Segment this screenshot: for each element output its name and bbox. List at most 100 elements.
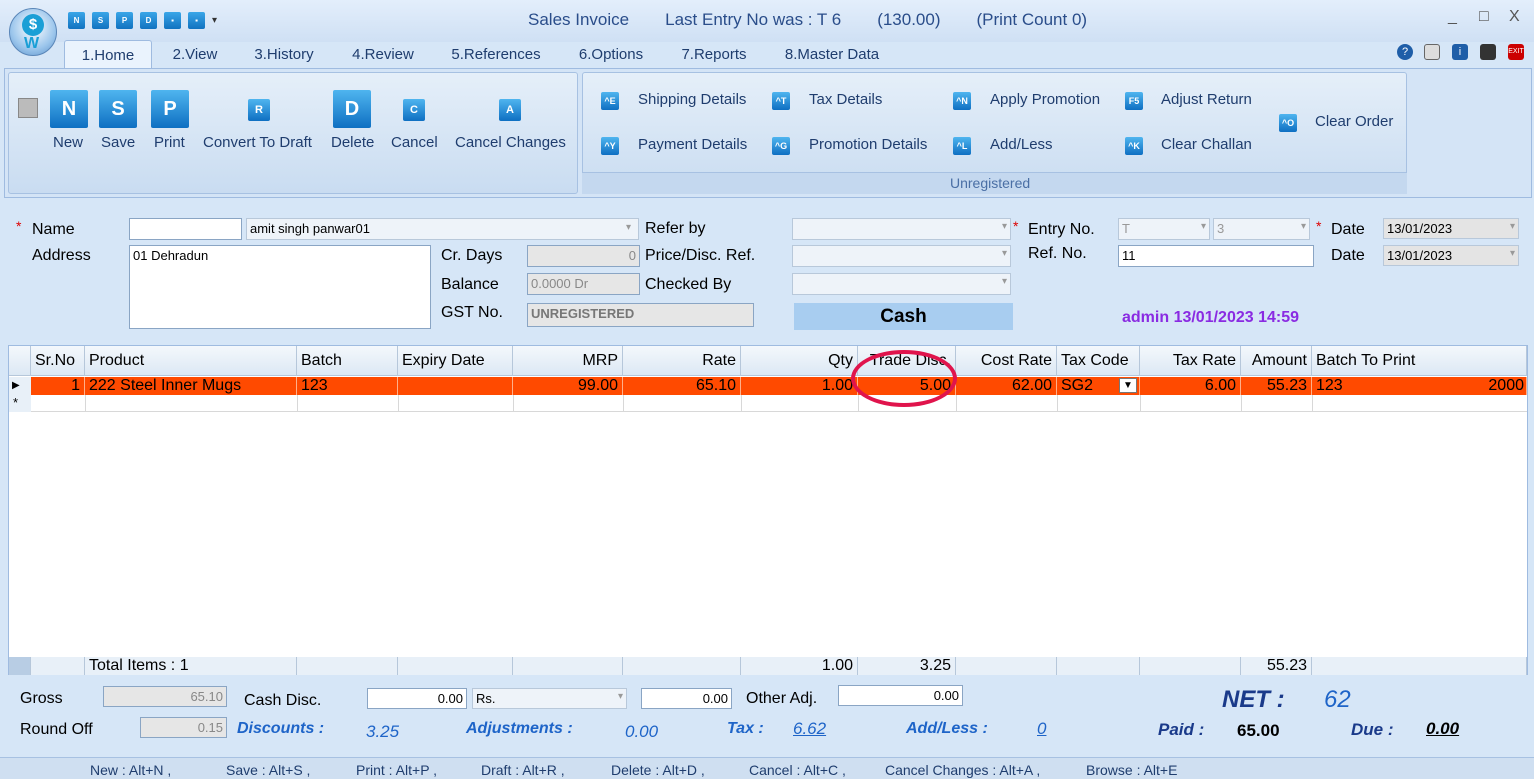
apply-promotion-icon[interactable]: ^N — [953, 92, 971, 110]
entry-series-select[interactable]: T — [1118, 218, 1210, 240]
tax-details-button[interactable]: Tax Details — [809, 91, 882, 108]
column-header[interactable]: Qty — [741, 346, 858, 376]
row-selector-icon[interactable]: ▶ — [9, 377, 31, 395]
quick-misc2-icon[interactable]: ▪ — [188, 12, 205, 29]
quick-print-icon[interactable]: P — [116, 12, 133, 29]
tab-view[interactable]: 2.View — [160, 40, 230, 68]
cell-rate[interactable]: 65.10 — [623, 377, 741, 395]
quick-save-icon[interactable]: S — [92, 12, 109, 29]
screen-icon[interactable] — [1480, 44, 1496, 60]
table-row[interactable]: ▶ 1 222 Steel Inner Mugs 123 99.00 65.10… — [9, 377, 1527, 395]
minimize-button[interactable]: _ — [1448, 8, 1457, 26]
quick-access-dropdown-icon[interactable]: ▾ — [212, 12, 217, 29]
shipping-details-icon[interactable]: ^E — [601, 92, 619, 110]
column-header[interactable]: Rate — [623, 346, 741, 376]
address-textarea[interactable]: 01 Dehradun — [129, 245, 431, 329]
due-value-link[interactable]: 0.00 — [1426, 719, 1459, 739]
column-header[interactable]: Tax Code — [1057, 346, 1140, 376]
other-adj-input[interactable]: 0.00 — [838, 685, 963, 706]
column-header[interactable]: Expiry Date — [398, 346, 513, 376]
clear-challan-icon[interactable]: ^K — [1125, 137, 1143, 155]
apply-promotion-button[interactable]: Apply Promotion — [990, 91, 1100, 108]
quick-delete-icon[interactable]: D — [140, 12, 157, 29]
cell-qty[interactable]: 1.00 — [741, 377, 858, 395]
tab-master-data[interactable]: 8.Master Data — [774, 40, 890, 68]
add-less-icon[interactable]: ^L — [953, 137, 971, 155]
convert-to-draft-icon[interactable]: R — [248, 99, 270, 121]
new-icon[interactable]: N — [50, 90, 88, 128]
cell-product[interactable]: 222 Steel Inner Mugs — [85, 377, 297, 395]
payment-details-button[interactable]: Payment Details — [638, 136, 747, 153]
exit-icon[interactable]: EXIT — [1508, 44, 1524, 60]
tab-history[interactable]: 3.History — [244, 40, 324, 68]
print-icon[interactable]: P — [151, 90, 189, 128]
tab-review[interactable]: 4.Review — [342, 40, 424, 68]
cell-cost-rate[interactable]: 62.00 — [956, 377, 1057, 395]
cell-tax-code[interactable]: SG2 ▼ — [1057, 377, 1140, 395]
clear-challan-button[interactable]: Clear Challan — [1161, 136, 1252, 153]
refer-by-select[interactable] — [792, 218, 1011, 240]
checked-by-select[interactable] — [792, 273, 1011, 295]
balance-input[interactable]: 0.0000 Dr — [527, 273, 640, 295]
maximize-button[interactable]: □ — [1479, 8, 1489, 26]
cancel-icon[interactable]: C — [403, 99, 425, 121]
convert-to-draft-button[interactable]: Convert To Draft — [203, 134, 312, 151]
price-disc-ref-select[interactable] — [792, 245, 1011, 267]
entry-number-select[interactable]: 3 — [1213, 218, 1310, 240]
cancel-changes-button[interactable]: Cancel Changes — [455, 134, 566, 151]
save-icon[interactable]: S — [99, 90, 137, 128]
ref-no-input[interactable]: 11 — [1118, 245, 1314, 267]
cell-sr-no[interactable]: 1 — [31, 377, 85, 395]
cash-disc-input[interactable]: 0.00 — [367, 688, 467, 709]
cell-batch[interactable]: 123 — [297, 377, 398, 395]
quick-new-icon[interactable]: N — [68, 12, 85, 29]
date-picker[interactable]: 13/01/2023 — [1383, 218, 1519, 239]
new-button[interactable]: New — [53, 134, 83, 151]
add-less-value-link[interactable]: 0 — [1037, 719, 1046, 739]
new-row[interactable]: * — [9, 395, 1527, 412]
tax-details-icon[interactable]: ^T — [772, 92, 790, 110]
quick-misc-icon[interactable]: ▪ — [164, 12, 181, 29]
column-header[interactable]: Tax Rate — [1140, 346, 1241, 376]
name-code-input[interactable] — [129, 218, 242, 240]
column-header[interactable]: Batch To Print — [1312, 346, 1527, 376]
column-header[interactable]: Sr.No — [31, 346, 85, 376]
tab-reports[interactable]: 7.Reports — [670, 40, 758, 68]
ref-date-picker[interactable]: 13/01/2023 — [1383, 245, 1519, 266]
column-header[interactable]: Batch — [297, 346, 398, 376]
cell-amount[interactable]: 55.23 — [1241, 377, 1312, 395]
tax-value-link[interactable]: 6.62 — [793, 719, 826, 739]
items-grid[interactable]: Sr.No Product Batch Expiry Date MRP Rate… — [8, 345, 1528, 675]
close-button[interactable]: X — [1509, 8, 1520, 26]
app-logo-icon[interactable]: $ W — [9, 8, 57, 56]
tab-home[interactable]: 1.Home — [64, 40, 152, 68]
payment-details-icon[interactable]: ^Y — [601, 137, 619, 155]
lock-icon[interactable] — [18, 98, 38, 118]
help-icon[interactable]: ? — [1397, 44, 1413, 60]
cash-disc-amount-input[interactable]: 0.00 — [641, 688, 732, 709]
round-off-input[interactable]: 0.15 — [140, 717, 227, 738]
cancel-button[interactable]: Cancel — [391, 134, 438, 151]
save-button[interactable]: Save — [101, 134, 135, 151]
column-header[interactable]: MRP — [513, 346, 623, 376]
cell-mrp[interactable]: 99.00 — [513, 377, 623, 395]
tax-code-dropdown-icon[interactable]: ▼ — [1119, 378, 1137, 393]
cell-tax-rate[interactable]: 6.00 — [1140, 377, 1241, 395]
column-header[interactable]: Amount — [1241, 346, 1312, 376]
tab-options[interactable]: 6.Options — [568, 40, 654, 68]
promotion-details-button[interactable]: Promotion Details — [809, 136, 927, 153]
tab-references[interactable]: 5.References — [440, 40, 552, 68]
column-header[interactable]: Cost Rate — [956, 346, 1057, 376]
shipping-details-button[interactable]: Shipping Details — [638, 91, 746, 108]
cash-disc-type-select[interactable]: Rs. — [472, 688, 627, 709]
add-less-button[interactable]: Add/Less — [990, 136, 1053, 153]
adjust-return-icon[interactable]: F5 — [1125, 92, 1143, 110]
cell-expiry[interactable] — [398, 377, 513, 395]
cell-batch-to-print[interactable]: 123 2000 — [1312, 377, 1527, 395]
print-button[interactable]: Print — [154, 134, 185, 151]
cr-days-input[interactable]: 0 — [527, 245, 640, 267]
delete-button[interactable]: Delete — [331, 134, 374, 151]
cancel-changes-icon[interactable]: A — [499, 99, 521, 121]
clear-order-button[interactable]: Clear Order — [1315, 113, 1393, 130]
gst-input[interactable]: UNREGISTERED — [527, 303, 754, 327]
